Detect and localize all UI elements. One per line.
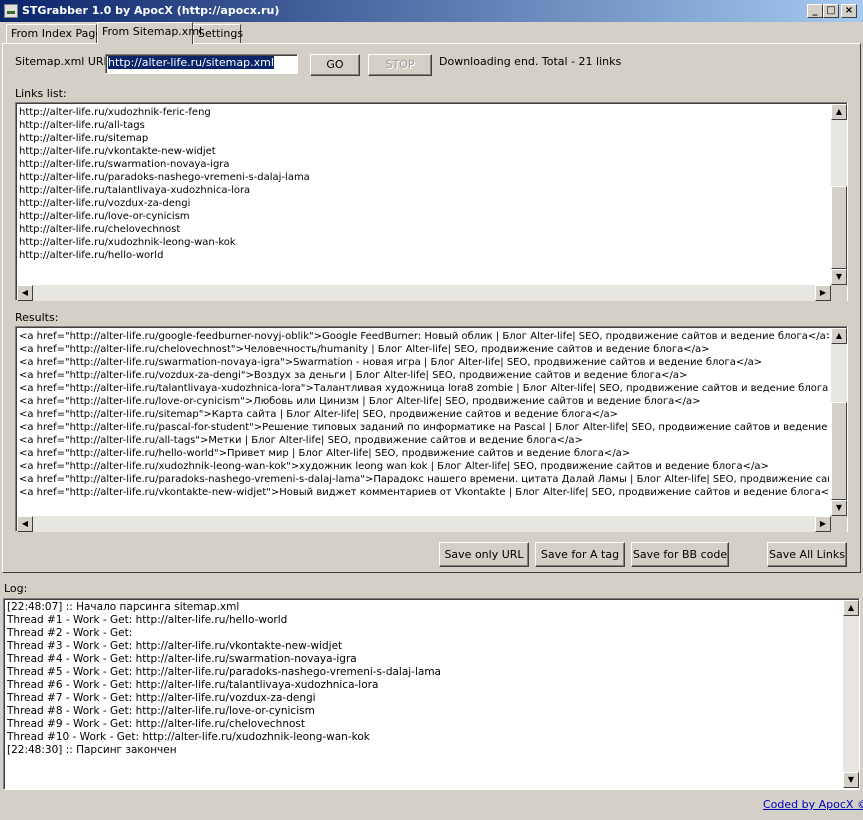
log-line: Thread #7 - Work - Get: http://alter-lif…: [7, 692, 316, 704]
results-label: Results:: [15, 311, 59, 324]
app-icon: [4, 4, 18, 18]
log-textarea[interactable]: [22:48:07] :: Начало парсинга sitemap.xm…: [3, 598, 860, 790]
save-bb-code-button[interactable]: Save for BB code: [631, 542, 729, 567]
results-horizontal-scrollbar[interactable]: ◀ ▶: [17, 516, 831, 532]
download-status: Downloading end. Total - 21 links: [439, 55, 622, 68]
scroll-corner: [831, 516, 847, 532]
scroll-up-arrow-icon[interactable]: ▲: [831, 328, 847, 344]
close-button[interactable]: ×: [841, 4, 857, 18]
links-list[interactable]: http://alter-life.ru/xudozhnik-feric-fen…: [15, 102, 848, 301]
scroll-thumb[interactable]: [831, 402, 847, 500]
log-line: [22:48:30] :: Парсинг закончен: [7, 744, 177, 756]
sitemap-url-label: Sitemap.xml URL:: [15, 55, 114, 68]
scroll-down-arrow-icon[interactable]: ▼: [843, 772, 859, 788]
results-vertical-scrollbar[interactable]: ▲ ▼: [831, 328, 847, 516]
log-line: Thread #5 - Work - Get: http://alter-lif…: [7, 666, 441, 678]
save-a-tag-button[interactable]: Save for A tag: [535, 542, 625, 567]
log-line: [22:48:07] :: Начало парсинга sitemap.xm…: [7, 601, 240, 613]
results-list-content: <a href="http://alter-life.ru/google-fee…: [19, 330, 829, 512]
list-item[interactable]: <a href="http://alter-life.ru/google-fee…: [19, 330, 829, 343]
links-vertical-scrollbar[interactable]: ▲ ▼: [831, 104, 847, 285]
list-item[interactable]: http://alter-life.ru/talantlivaya-xudozh…: [19, 184, 829, 197]
links-horizontal-scrollbar[interactable]: ◀ ▶: [17, 285, 831, 301]
window-title: STGrabber 1.0 by ApocX (http://apocx.ru): [22, 4, 280, 17]
tab-from-index-page[interactable]: From Index Page: [6, 24, 102, 43]
list-item[interactable]: http://alter-life.ru/xudozhnik-leong-wan…: [19, 236, 829, 249]
list-item[interactable]: http://alter-life.ru/love-or-cynicism: [19, 210, 829, 223]
links-list-label: Links list:: [15, 87, 67, 100]
coded-by-link[interactable]: Coded by ApocX ©: [763, 798, 863, 811]
list-item[interactable]: http://alter-life.ru/vkontakte-new-widje…: [19, 145, 829, 158]
list-item[interactable]: <a href="http://alter-life.ru/pascal-for…: [19, 421, 829, 434]
maximize-button[interactable]: □: [823, 4, 839, 18]
scroll-right-arrow-icon[interactable]: ▶: [815, 285, 831, 301]
list-item[interactable]: <a href="http://alter-life.ru/chelovechn…: [19, 343, 829, 356]
list-item[interactable]: http://alter-life.ru/swarmation-novaya-i…: [19, 158, 829, 171]
list-item[interactable]: <a href="http://alter-life.ru/xudozhnik-…: [19, 460, 829, 473]
list-item[interactable]: <a href="http://alter-life.ru/vkontakte-…: [19, 486, 829, 499]
log-line: Thread #2 - Work - Get:: [7, 627, 133, 639]
log-line: Thread #8 - Work - Get: http://alter-lif…: [7, 705, 315, 717]
list-item[interactable]: <a href="http://alter-life.ru/sitemap">К…: [19, 408, 829, 421]
scroll-up-arrow-icon[interactable]: ▲: [843, 600, 859, 616]
log-content: [22:48:07] :: Начало парсинга sitemap.xm…: [7, 601, 841, 787]
scroll-left-arrow-icon[interactable]: ◀: [17, 285, 33, 301]
list-item[interactable]: http://alter-life.ru/sitemap: [19, 132, 829, 145]
tab-from-sitemap[interactable]: From Sitemap.xml: [97, 22, 202, 44]
list-item[interactable]: <a href="http://alter-life.ru/all-tags">…: [19, 434, 829, 447]
save-all-links-button[interactable]: Save All Links: [767, 542, 847, 567]
title-bar[interactable]: STGrabber 1.0 by ApocX (http://apocx.ru)…: [0, 0, 863, 22]
log-line: Thread #1 - Work - Get: http://alter-lif…: [7, 614, 288, 626]
results-list[interactable]: <a href="http://alter-life.ru/google-fee…: [15, 326, 848, 532]
log-line: Thread #4 - Work - Get: http://alter-lif…: [7, 653, 357, 665]
list-item[interactable]: http://alter-life.ru/all-tags: [19, 119, 829, 132]
list-item[interactable]: http://alter-life.ru/vozdux-za-dengi: [19, 197, 829, 210]
scroll-thumb[interactable]: [831, 186, 847, 269]
scroll-up-arrow-icon[interactable]: ▲: [831, 104, 847, 120]
scroll-corner: [831, 285, 847, 301]
save-only-url-button[interactable]: Save only URL: [439, 542, 529, 567]
scroll-right-arrow-icon[interactable]: ▶: [815, 516, 831, 532]
log-vertical-scrollbar[interactable]: ▲ ▼: [843, 600, 859, 788]
list-item[interactable]: http://alter-life.ru/paradoks-nashego-vr…: [19, 171, 829, 184]
list-item[interactable]: <a href="http://alter-life.ru/swarmation…: [19, 356, 829, 369]
log-line: Thread #9 - Work - Get: http://alter-lif…: [7, 718, 305, 730]
list-item[interactable]: <a href="http://alter-life.ru/vozdux-za-…: [19, 369, 829, 382]
list-item[interactable]: http://alter-life.ru/chelovechnost: [19, 223, 829, 236]
list-item[interactable]: <a href="http://alter-life.ru/talantliva…: [19, 382, 829, 395]
log-line: Thread #3 - Work - Get: http://alter-lif…: [7, 640, 343, 652]
list-item[interactable]: http://alter-life.ru/xudozhnik-feric-fen…: [19, 106, 829, 119]
list-item[interactable]: http://alter-life.ru/hello-world: [19, 249, 829, 262]
scroll-left-arrow-icon[interactable]: ◀: [17, 516, 33, 532]
stop-button[interactable]: STOP: [368, 54, 432, 76]
scroll-down-arrow-icon[interactable]: ▼: [831, 269, 847, 285]
sitemap-url-input[interactable]: http://alter-life.ru/sitemap.xml: [105, 54, 298, 74]
log-line: Thread #10 - Work - Get: http://alter-li…: [7, 731, 370, 743]
log-label: Log:: [4, 582, 28, 595]
links-list-content: http://alter-life.ru/xudozhnik-feric-fen…: [19, 106, 829, 282]
minimize-button[interactable]: _: [807, 4, 823, 18]
list-item[interactable]: <a href="http://alter-life.ru/love-or-cy…: [19, 395, 829, 408]
list-item[interactable]: <a href="http://alter-life.ru/paradoks-n…: [19, 473, 829, 486]
scroll-down-arrow-icon[interactable]: ▼: [831, 500, 847, 516]
go-button[interactable]: GO: [310, 54, 360, 76]
log-line: Thread #6 - Work - Get: http://alter-lif…: [7, 679, 379, 691]
list-item[interactable]: <a href="http://alter-life.ru/hello-worl…: [19, 447, 829, 460]
sitemap-url-value: http://alter-life.ru/sitemap.xml: [108, 56, 274, 69]
